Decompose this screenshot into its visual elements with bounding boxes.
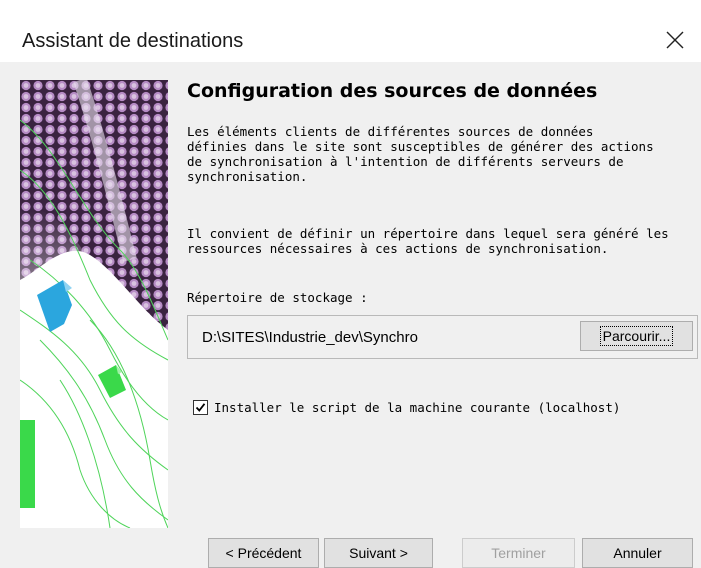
title-bar: Assistant de destinations [0, 0, 701, 62]
wizard-artwork [20, 80, 168, 528]
storage-directory-value: D:\SITES\Industrie_dev\Synchro [202, 329, 418, 346]
checkmark-icon [195, 402, 206, 412]
window-title: Assistant de destinations [22, 30, 244, 52]
finish-button[interactable]: Terminer [462, 538, 575, 568]
cancel-button[interactable]: Annuler [582, 538, 693, 568]
previous-button[interactable]: < Précédent [208, 538, 319, 568]
wizard-side-image [20, 80, 168, 528]
browse-button-label: Parcourir... [599, 326, 674, 346]
close-button[interactable] [655, 22, 695, 58]
install-script-option[interactable]: Installer le script de la machine couran… [193, 397, 620, 417]
close-icon [666, 31, 684, 49]
install-script-label: Installer le script de la machine couran… [214, 399, 621, 415]
page-heading: Configuration des sources de données [187, 80, 598, 102]
description-paragraph-2: Il convient de définir un répertoire dan… [187, 226, 669, 256]
storage-directory-label: Répertoire de stockage : [187, 290, 368, 305]
next-button[interactable]: Suivant > [324, 538, 433, 568]
install-script-checkbox[interactable] [193, 399, 208, 415]
browse-button[interactable]: Parcourir... [580, 321, 693, 351]
description-paragraph-1: Les éléments clients de différentes sour… [187, 124, 654, 184]
